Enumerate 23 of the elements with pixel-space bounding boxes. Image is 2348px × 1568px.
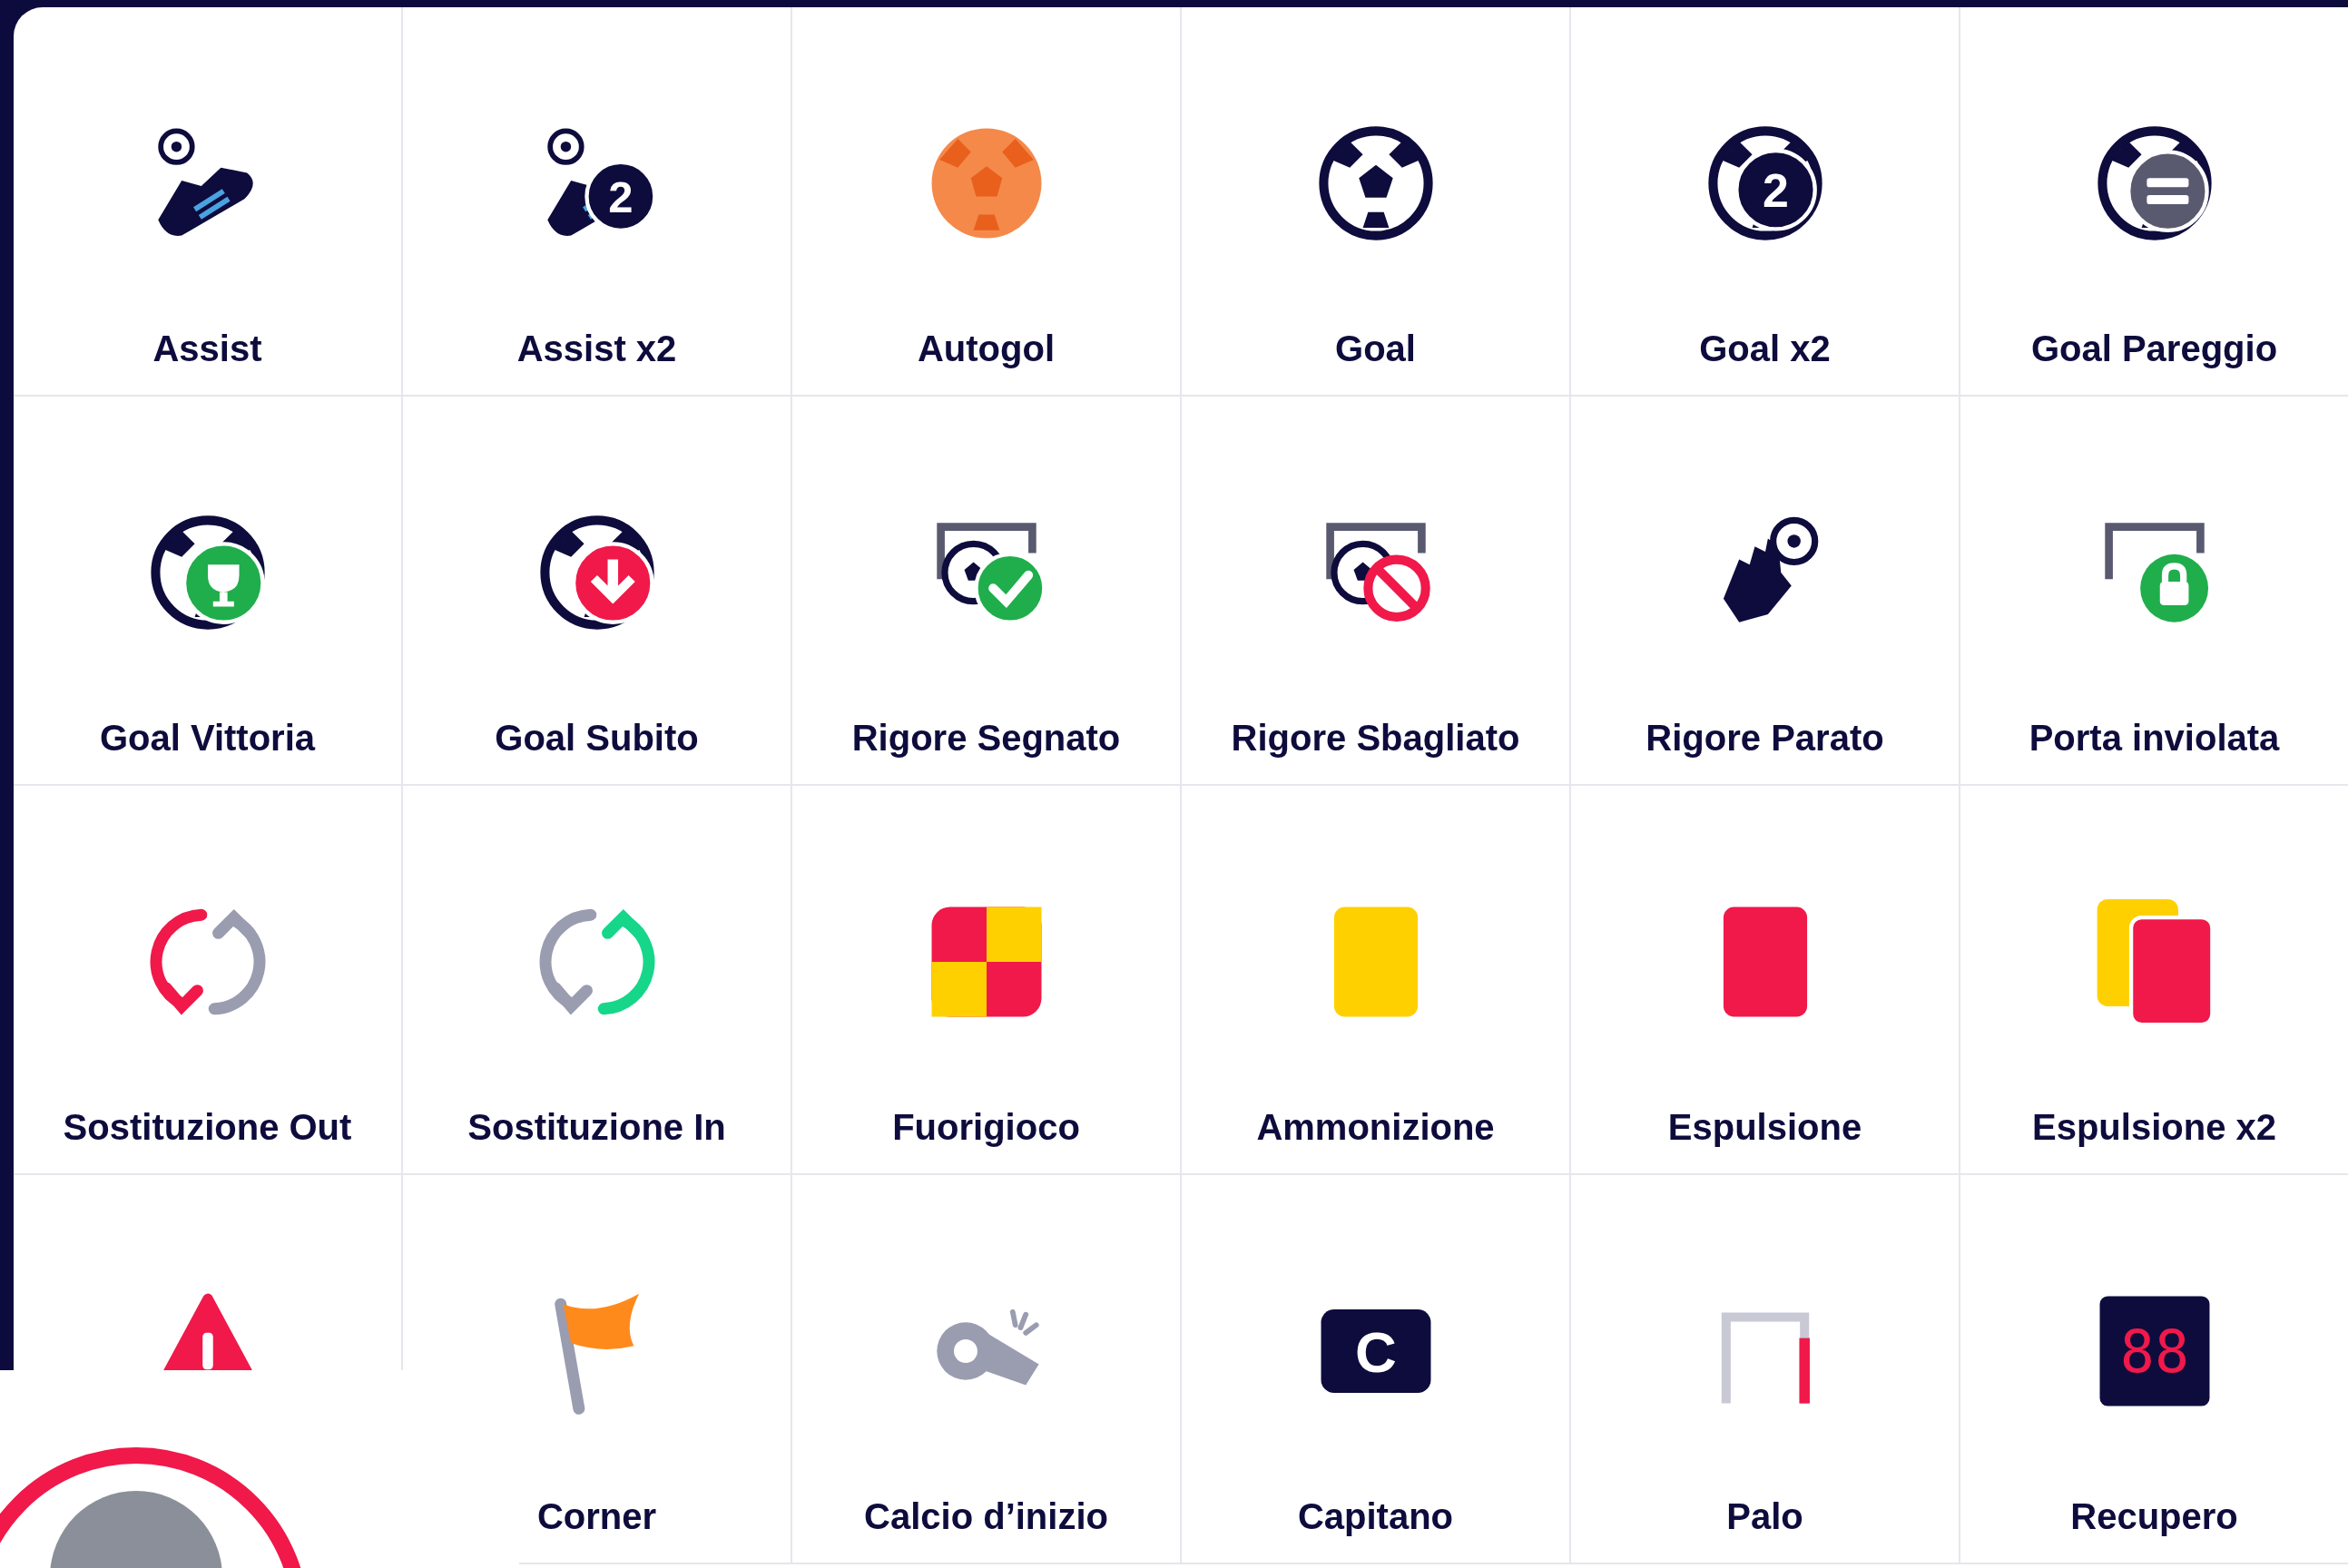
event-label: Sostituzione Out [63,1107,352,1148]
event-label: Fuorigioco [892,1107,1080,1148]
event-label: Assist [152,328,262,369]
event-label: Porta inviolata [2029,718,2280,759]
event-label: Goal Pareggio [2030,328,2278,369]
event-label: Rigore Parato [1646,718,1884,759]
event-label: Palo [1726,1496,1803,1537]
event-label: Capitano [1297,1496,1454,1537]
event-label: Rigore Segnato [851,718,1121,759]
event-label: Recupero [2070,1496,2238,1537]
event-label: Corner [536,1496,657,1537]
event-label: Goal Vittoria [99,718,316,759]
event-label: Autogol [917,328,1056,369]
event-label: Goal Subito [495,718,699,759]
event-label: Espulsione [1667,1107,1862,1148]
event-label: Calcio d’inizio [864,1496,1108,1537]
event-label: Assist x2 [516,328,677,369]
event-label: Espulsione x2 [2032,1107,2276,1148]
event-label: Rigore Sbagliato [1231,718,1520,759]
event-label: Goal [1335,328,1416,369]
event-label: Goal x2 [1699,328,1831,369]
event-label: Sostituzione In [467,1107,726,1148]
event-label: Ammonizione [1256,1107,1495,1148]
